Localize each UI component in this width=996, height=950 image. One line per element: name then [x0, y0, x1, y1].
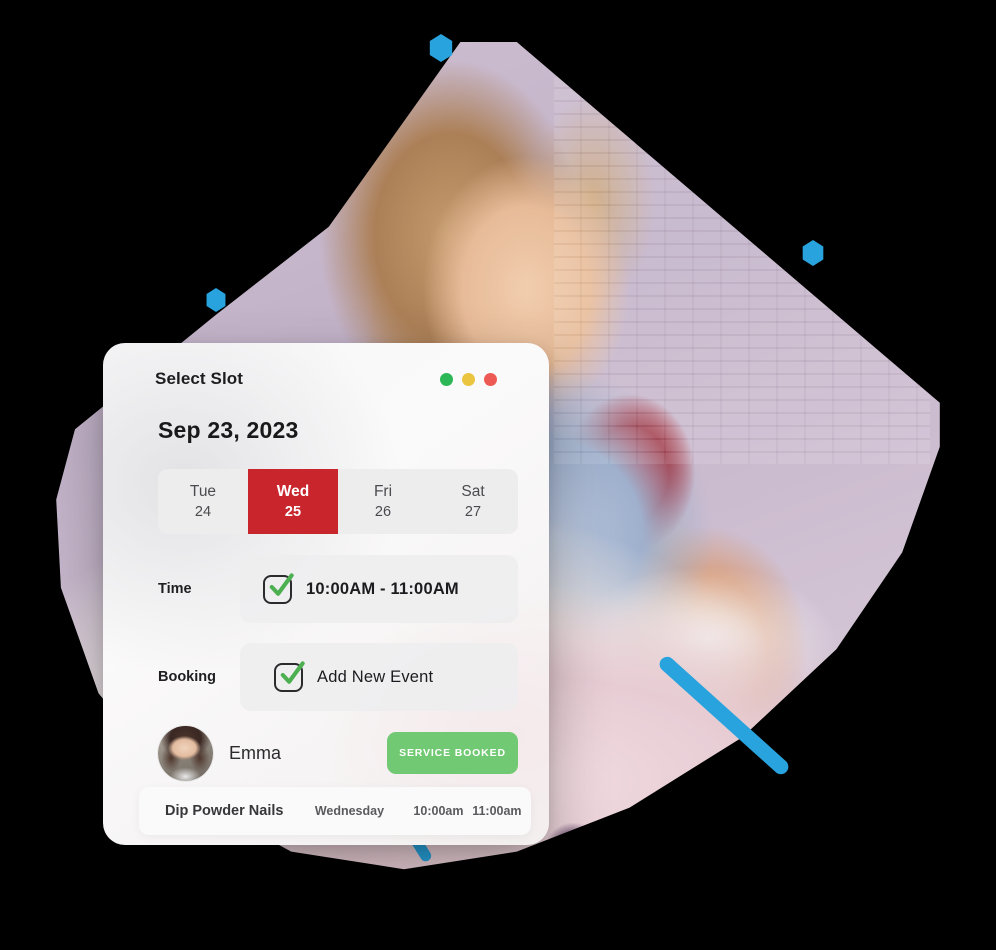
day-selector[interactable]: Tue 24 Wed 25 Fri 26 Sat 27: [158, 469, 518, 534]
day-option-date: 27: [464, 504, 482, 520]
person-name: Emma: [229, 742, 282, 763]
window-dot-red[interactable]: [484, 372, 497, 386]
booking-value: Add New Event: [317, 667, 434, 686]
appointment-end-time: 11:00am: [472, 804, 522, 818]
select-slot-card: Select Slot Sep 23, 2023 Tue 24 Wed 25 F…: [103, 343, 549, 845]
selected-date: Sep 23, 2023: [158, 417, 299, 443]
day-option-fri[interactable]: Fri 26: [338, 469, 428, 534]
booking-row: Booking Add New Event: [158, 643, 518, 711]
day-option-tue[interactable]: Tue 24: [158, 469, 248, 534]
decoration-hexagon-right: [802, 240, 824, 266]
day-option-dow: Wed: [276, 483, 310, 500]
window-dot-yellow[interactable]: [462, 372, 475, 386]
day-option-sat[interactable]: Sat 27: [428, 469, 518, 534]
day-option-wed[interactable]: Wed 25: [248, 469, 338, 534]
service-booked-button[interactable]: SERVICE BOOKED: [387, 732, 518, 774]
time-row: Time 10:00AM - 11:00AM: [158, 555, 518, 623]
checkmark-icon[interactable]: [274, 660, 305, 692]
booking-field[interactable]: Add New Event: [240, 643, 518, 711]
day-option-dow: Fri: [373, 483, 393, 500]
person-row: Emma SERVICE BOOKED: [158, 723, 518, 783]
time-label: Time: [158, 581, 192, 597]
day-option-dow: Tue: [189, 483, 217, 500]
page-stage: Select Slot Sep 23, 2023 Tue 24 Wed 25 F…: [0, 0, 996, 950]
time-value: 10:00AM - 11:00AM: [306, 579, 459, 598]
appointment-summary[interactable]: Dip Powder Nails Wednesday 10:00am 11:00…: [139, 787, 531, 835]
time-field[interactable]: 10:00AM - 11:00AM: [240, 555, 518, 623]
appointment-day: Wednesday: [314, 804, 385, 818]
day-option-date: 25: [284, 504, 302, 520]
appointment-service: Dip Powder Nails: [165, 803, 284, 819]
avatar: [158, 725, 213, 781]
day-option-date: 24: [194, 504, 212, 520]
day-option-dow: Sat: [461, 483, 485, 500]
decoration-hexagon-left: [206, 288, 226, 312]
day-option-date: 26: [374, 504, 392, 520]
window-dot-green[interactable]: [440, 372, 453, 386]
appointment-start-time: 10:00am: [413, 804, 464, 818]
window-controls: [440, 372, 497, 386]
checkmark-icon[interactable]: [263, 572, 294, 604]
booking-label: Booking: [158, 669, 216, 685]
page-title: Select Slot: [155, 369, 244, 388]
card-header: Select Slot: [155, 369, 497, 389]
